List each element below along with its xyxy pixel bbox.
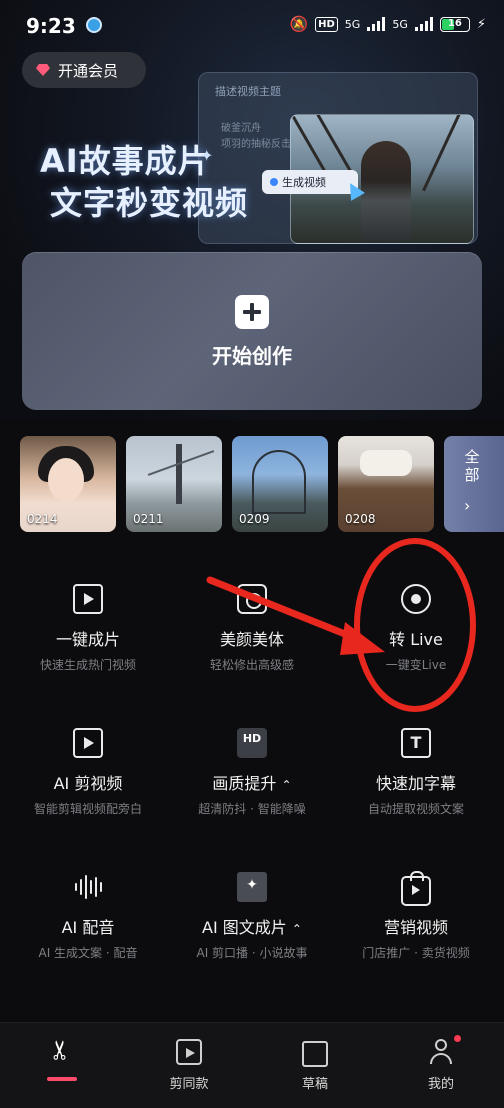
start-create-card[interactable]: [22, 252, 482, 410]
tab-templates[interactable]: 剪同款: [126, 1023, 252, 1108]
signal-1-icon: [367, 17, 386, 31]
tool-name: 美颜美体: [219, 630, 284, 649]
promo-title-line1: AI故事成片: [40, 142, 211, 180]
bottom-tab-bar: 剪同款 草稿 我的: [0, 1022, 504, 1108]
battery-icon: 16: [439, 16, 470, 32]
tab-label: 我的: [427, 1077, 454, 1092]
promo-panel-title: 描述视频主题: [215, 85, 281, 98]
tool-beauty[interactable]: 美颜美体 轻松修出高级感: [168, 560, 336, 673]
tool-desc: AI 剪口播 · 小说故事: [196, 946, 308, 960]
tool-desc: 门店推广 · 卖货视频: [362, 946, 470, 960]
profile-icon: [428, 1039, 454, 1065]
recent-project-thumb[interactable]: 0209: [232, 436, 328, 532]
tool-desc: 智能剪辑视频配旁白: [33, 802, 142, 816]
tool-auto-subtitle[interactable]: T 快速加字幕 自动提取视频文案: [332, 704, 500, 817]
active-tab-indicator: [47, 1077, 77, 1081]
tool-marketing-video[interactable]: 营销视频 门店推广 · 卖货视频: [332, 848, 500, 961]
status-time: 9:23: [26, 14, 76, 38]
tool-name: AI 配音: [61, 918, 115, 937]
recent-project-thumb[interactable]: 0214: [20, 436, 116, 532]
tool-one-click-video[interactable]: 一键成片 快速生成热门视频: [4, 560, 172, 673]
tab-drafts[interactable]: 草稿: [252, 1023, 378, 1108]
tool-desc: 快速生成热门视频: [39, 658, 136, 672]
network-label-1: 5G: [344, 17, 361, 31]
tool-quality-upscale[interactable]: HD 画质提升 ⌃ 超清防抖 · 智能降噪: [168, 704, 336, 817]
expand-icon: ⌃: [291, 922, 302, 936]
view-all-label: 全部: [464, 448, 480, 484]
chevron-right-icon: ›: [464, 496, 471, 515]
recent-project-thumb[interactable]: 0208: [338, 436, 434, 532]
recent-project-date: 0214: [27, 512, 58, 526]
tab-label: 剪同款: [169, 1077, 209, 1092]
tool-name: AI 剪视频: [53, 774, 123, 793]
tool-name: AI 图文成片 ⌃: [202, 918, 302, 937]
tool-ai-edit[interactable]: AI 剪视频 智能剪辑视频配旁白: [4, 704, 172, 817]
expand-icon: ⌃: [281, 778, 292, 792]
tab-label: 草稿: [301, 1077, 328, 1092]
promo-title-line2: 文字秒变视频: [50, 184, 249, 222]
promo-generate-pill: 生成视频: [262, 170, 358, 194]
recent-project-date: 0209: [239, 512, 270, 526]
template-film-icon: [176, 1039, 202, 1065]
scissors-icon: [50, 1039, 76, 1065]
tool-name: 营销视频: [383, 918, 448, 937]
recent-projects-row: 0214 0211 0209 0208 全部 ›: [20, 436, 504, 532]
image-text-folder-icon: ✦: [237, 872, 267, 902]
charging-icon: ⚡: [476, 16, 486, 32]
tab-profile[interactable]: 我的: [378, 1023, 504, 1108]
tab-edit[interactable]: [0, 1023, 126, 1108]
tool-ai-image-text[interactable]: ✦ AI 图文成片 ⌃ AI 剪口播 · 小说故事: [168, 848, 336, 961]
tool-name: 快速加字幕: [375, 774, 456, 793]
recent-project-thumb[interactable]: 0211: [126, 436, 222, 532]
network-label-2: 5G: [392, 17, 408, 31]
video-spark-icon: [73, 584, 103, 614]
tool-desc: 超清防抖 · 智能降噪: [198, 802, 306, 816]
app-notification-icon: [86, 17, 102, 33]
hd-icon: HD: [237, 728, 267, 758]
ai-clip-icon: [73, 728, 103, 758]
tool-ai-voiceover[interactable]: AI 配音 AI 生成文案 · 配音: [4, 848, 172, 961]
view-all-projects-button[interactable]: 全部 ›: [444, 436, 504, 532]
vip-button[interactable]: 开通会员: [22, 52, 146, 88]
tool-desc: 自动提取视频文案: [367, 802, 464, 816]
tool-desc: AI 生成文案 · 配音: [38, 946, 138, 960]
status-indicators: 🔕 HD 5G 5G 16 ⚡: [289, 15, 486, 33]
live-photo-icon: [401, 584, 431, 614]
plus-icon[interactable]: [235, 295, 269, 329]
tool-name: 一键成片: [55, 630, 120, 649]
sparkle-icon: ✦: [200, 146, 214, 165]
diamond-icon: [36, 64, 50, 76]
beauty-camera-icon: [237, 584, 267, 614]
tool-desc: 轻松修出高级感: [209, 658, 294, 672]
signal-2-icon: [414, 17, 433, 31]
subtitle-icon: T: [401, 728, 431, 758]
tool-desc: 一键变Live: [385, 658, 447, 672]
marketing-bag-icon: [401, 871, 431, 906]
drafts-folder-icon: [302, 1041, 328, 1067]
status-bar: 9:23 🔕 HD 5G 5G 16 ⚡: [0, 0, 504, 52]
start-create-label[interactable]: 开始创作: [0, 340, 504, 369]
recent-project-date: 0211: [133, 512, 164, 526]
voice-wave-icon: [73, 872, 103, 902]
tool-name: 画质提升 ⌃: [212, 774, 292, 793]
notification-dot: [454, 1035, 461, 1042]
tool-to-live[interactable]: 转 Live 一键变Live: [332, 560, 500, 673]
promo-title[interactable]: AI故事成片 文字秒变视频: [40, 140, 248, 224]
promo-panel-line: 破釜沉舟: [221, 123, 261, 134]
vip-label: 开通会员: [58, 61, 119, 80]
mute-icon: 🔕: [289, 15, 309, 33]
hd-voice-badge: HD: [315, 16, 338, 32]
recent-project-date: 0208: [345, 512, 376, 526]
tool-name: 转 Live: [389, 630, 443, 649]
